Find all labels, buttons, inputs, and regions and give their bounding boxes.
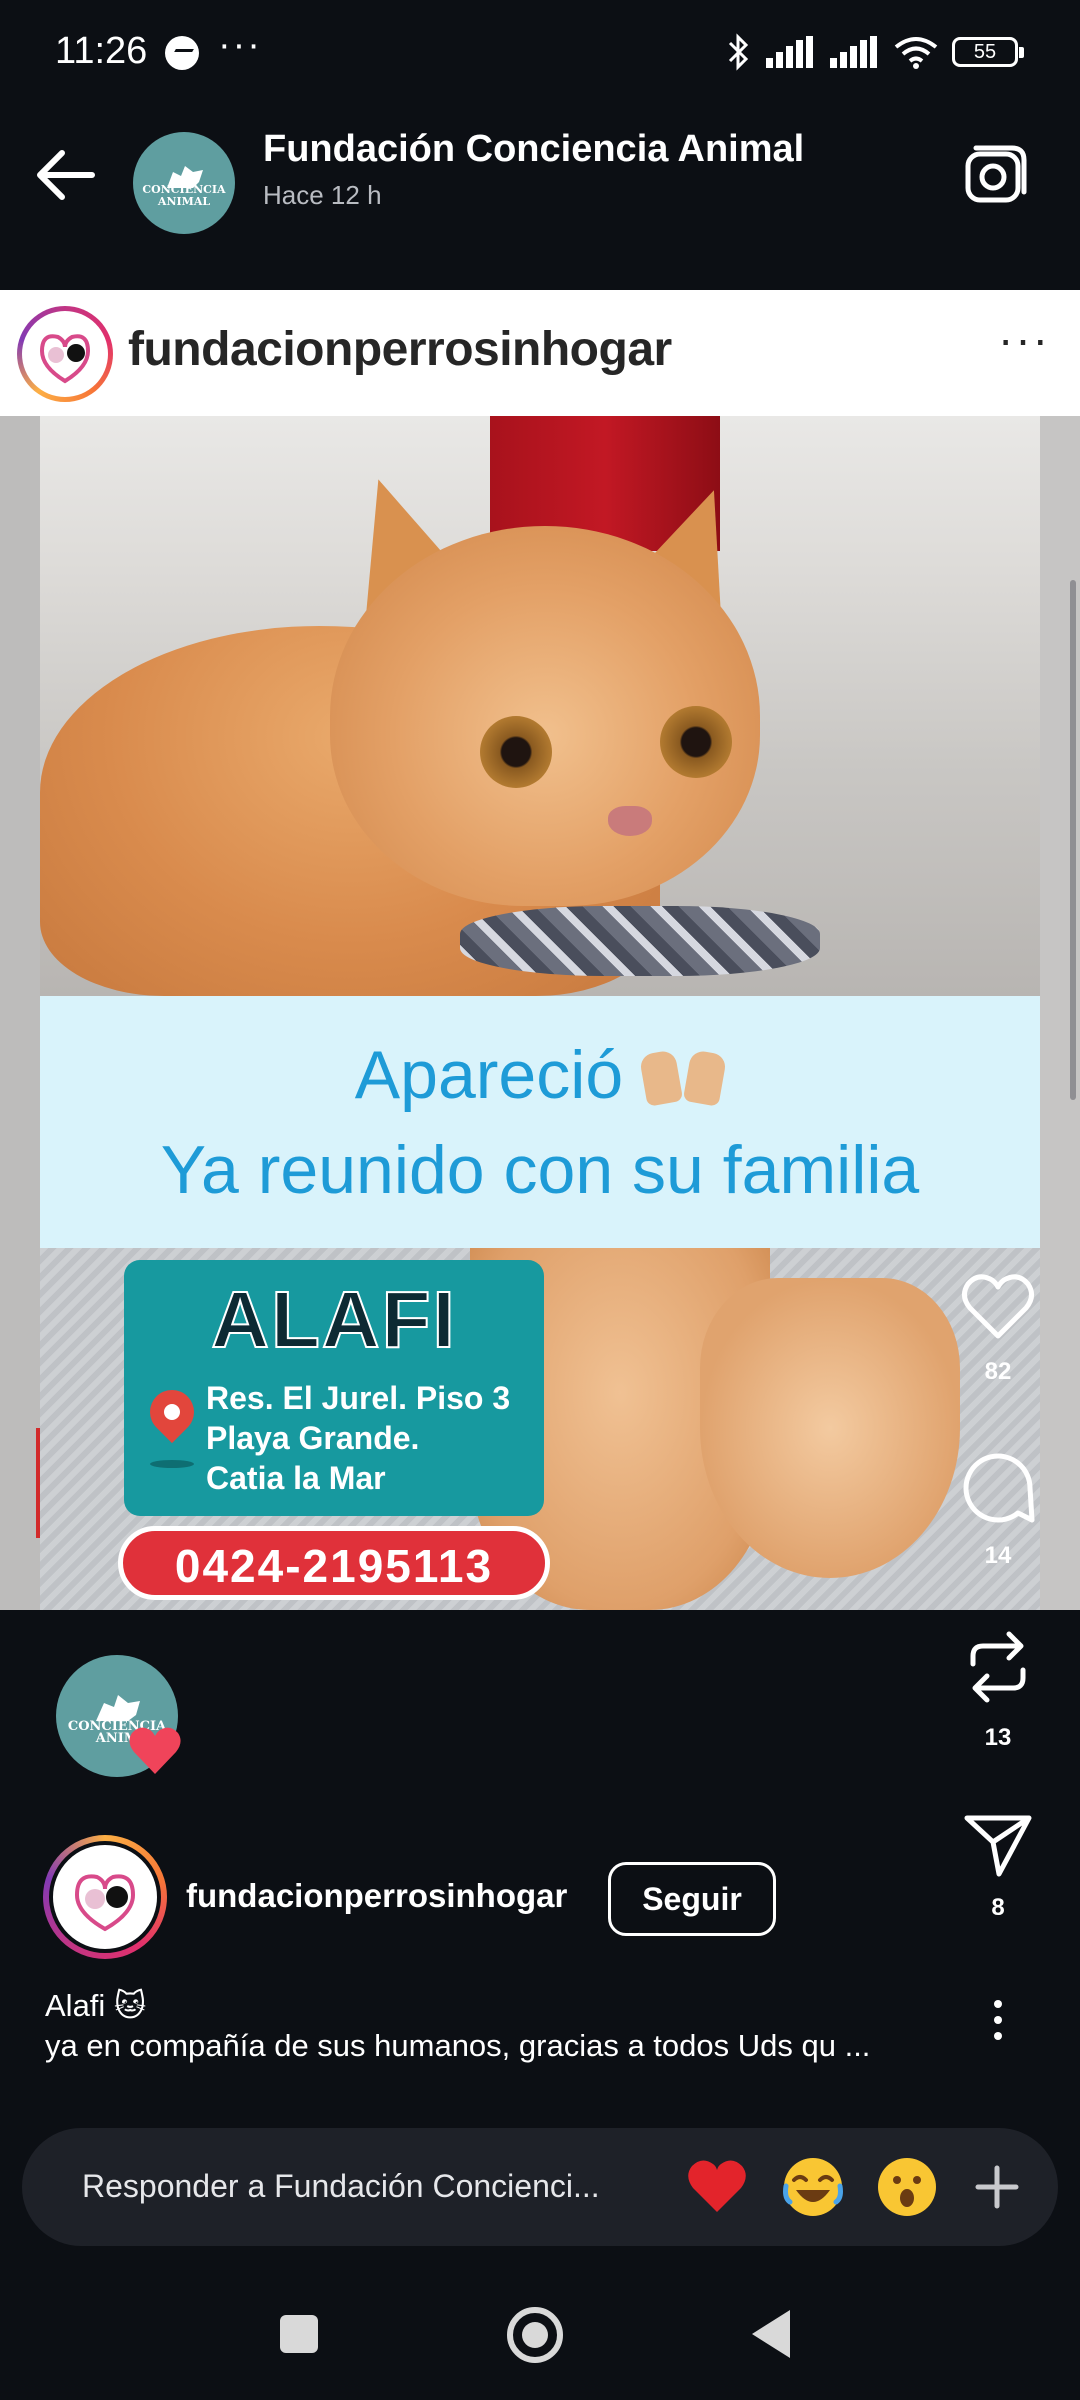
phone-number-badge: 0424-2195113 <box>118 1526 550 1600</box>
wifi-icon <box>894 37 938 69</box>
battery-icon: 55 <box>952 37 1024 67</box>
cat-collar <box>460 906 820 976</box>
surprised-emoji-icon[interactable] <box>876 2156 938 2218</box>
pet-name: ALAFI <box>210 1274 457 1365</box>
raised-hands-icon <box>641 1044 725 1104</box>
repost-icon[interactable] <box>963 1626 1033 1708</box>
reply-bar: Responder a Fundación Concienci... <box>22 2128 1058 2246</box>
more-notifications-icon: ··· <box>218 24 262 66</box>
scrollbar[interactable] <box>1070 580 1076 1100</box>
share-count: 8 <box>991 1894 1005 1921</box>
share-action[interactable]: 8 <box>948 1812 1048 1922</box>
pet-info-card: ALAFI Res. El Jurel. Piso 3 Playa Grande… <box>124 1260 544 1516</box>
heart-reaction-icon <box>129 1727 181 1774</box>
red-heart-emoji-icon[interactable] <box>686 2156 748 2218</box>
account-avatar[interactable]: CONCIENCIA ANIMAL <box>133 132 235 234</box>
back-icon[interactable] <box>752 2310 790 2358</box>
bluetooth-icon <box>728 33 749 71</box>
reply-input[interactable]: Responder a Fundación Concienci... <box>82 2168 600 2205</box>
more-options-icon[interactable] <box>990 2000 1006 2046</box>
post-more-icon[interactable]: ··· <box>998 312 1050 366</box>
post-username[interactable]: fundacionperrosinhogar <box>128 322 672 377</box>
photo-bottom: ALAFI Res. El Jurel. Piso 3 Playa Grande… <box>40 1248 1040 1610</box>
comment-count: 14 <box>984 1542 1012 1569</box>
avatar-label: CONCIENCIA ANIMAL <box>142 183 226 208</box>
story-time: Hace 12 h <box>263 180 382 210</box>
photo-top <box>40 416 1040 996</box>
found-banner: Apareció Ya reunido con su familia <box>40 996 1040 1248</box>
like-action[interactable]: 82 <box>948 1272 1048 1386</box>
phone-number: 0424-2195113 <box>174 1540 494 1592</box>
home-icon[interactable] <box>507 2307 563 2363</box>
messenger-notification-icon <box>165 36 199 70</box>
system-nav-bar <box>0 2262 1080 2400</box>
status-bar: 11:26 ··· 55 <box>0 0 1080 100</box>
post-header: fundacionperrosinhogar ··· <box>0 290 1080 416</box>
status-time: 11:26 <box>55 30 148 72</box>
back-arrow-icon[interactable] <box>30 145 100 205</box>
author-avatar-image <box>49 1841 161 1953</box>
heart-icon[interactable] <box>960 1272 1036 1342</box>
author-avatar[interactable] <box>43 1835 167 1959</box>
post-avatar-image <box>22 311 108 397</box>
repost-count: 13 <box>984 1724 1012 1751</box>
comment-action[interactable]: 14 <box>948 1450 1048 1570</box>
address-line-3: Catia la Mar <box>206 1460 386 1496</box>
status-icons: 55 <box>726 32 1024 72</box>
add-reaction-icon[interactable] <box>972 2162 1022 2212</box>
location-pin-shadow <box>150 1460 194 1468</box>
post-image[interactable]: Apareció Ya reunido con su familia ALAFI… <box>40 416 1040 1610</box>
recent-apps-icon[interactable] <box>280 2315 318 2353</box>
like-count: 82 <box>984 1358 1012 1385</box>
location-pin-icon <box>140 1380 204 1444</box>
photo-edge-mark <box>36 1428 40 1538</box>
shared-post[interactable]: fundacionperrosinhogar ··· Apareció Ya r… <box>0 290 1080 1610</box>
cat-paw-right <box>700 1278 960 1578</box>
dog-cat-logo-icon <box>39 334 91 384</box>
signal-icon-2 <box>830 36 877 68</box>
account-name[interactable]: Fundación Conciencia Animal <box>263 128 804 171</box>
address-line-2: Playa Grande. <box>206 1420 420 1456</box>
dog-cat-logo-icon <box>74 1874 136 1932</box>
caption-title: Alafi 🐱 <box>45 1988 147 2023</box>
signal-icon <box>766 36 813 68</box>
story-header: CONCIENCIA ANIMAL Fundación Conciencia A… <box>0 100 1080 290</box>
banner-line-2: Ya reunido con su familia <box>160 1132 920 1208</box>
cat-nose <box>608 806 652 836</box>
laughing-emoji-icon[interactable] <box>782 2156 844 2218</box>
pet-address: Res. El Jurel. Piso 3 Playa Grande. Cati… <box>206 1378 510 1498</box>
banner-line-1: Apareció <box>40 1036 1040 1114</box>
caption-body[interactable]: ya en compañía de sus humanos, gracias a… <box>45 2028 945 2064</box>
follow-button[interactable]: Seguir <box>608 1862 776 1936</box>
photo-side-left <box>0 416 40 1610</box>
cat-eye-left <box>480 716 552 788</box>
send-icon[interactable] <box>963 1812 1033 1878</box>
author-username[interactable]: fundacionperrosinhogar <box>186 1877 567 1915</box>
address-line-1: Res. El Jurel. Piso 3 <box>206 1380 511 1416</box>
camera-icon[interactable] <box>962 144 1028 206</box>
cat-eye-right <box>660 706 732 778</box>
comment-bubble-icon[interactable] <box>960 1450 1036 1526</box>
repost-action[interactable]: 13 <box>948 1626 1048 1752</box>
post-avatar[interactable] <box>17 306 113 402</box>
banner-line-1-text: Apareció <box>354 1037 624 1113</box>
